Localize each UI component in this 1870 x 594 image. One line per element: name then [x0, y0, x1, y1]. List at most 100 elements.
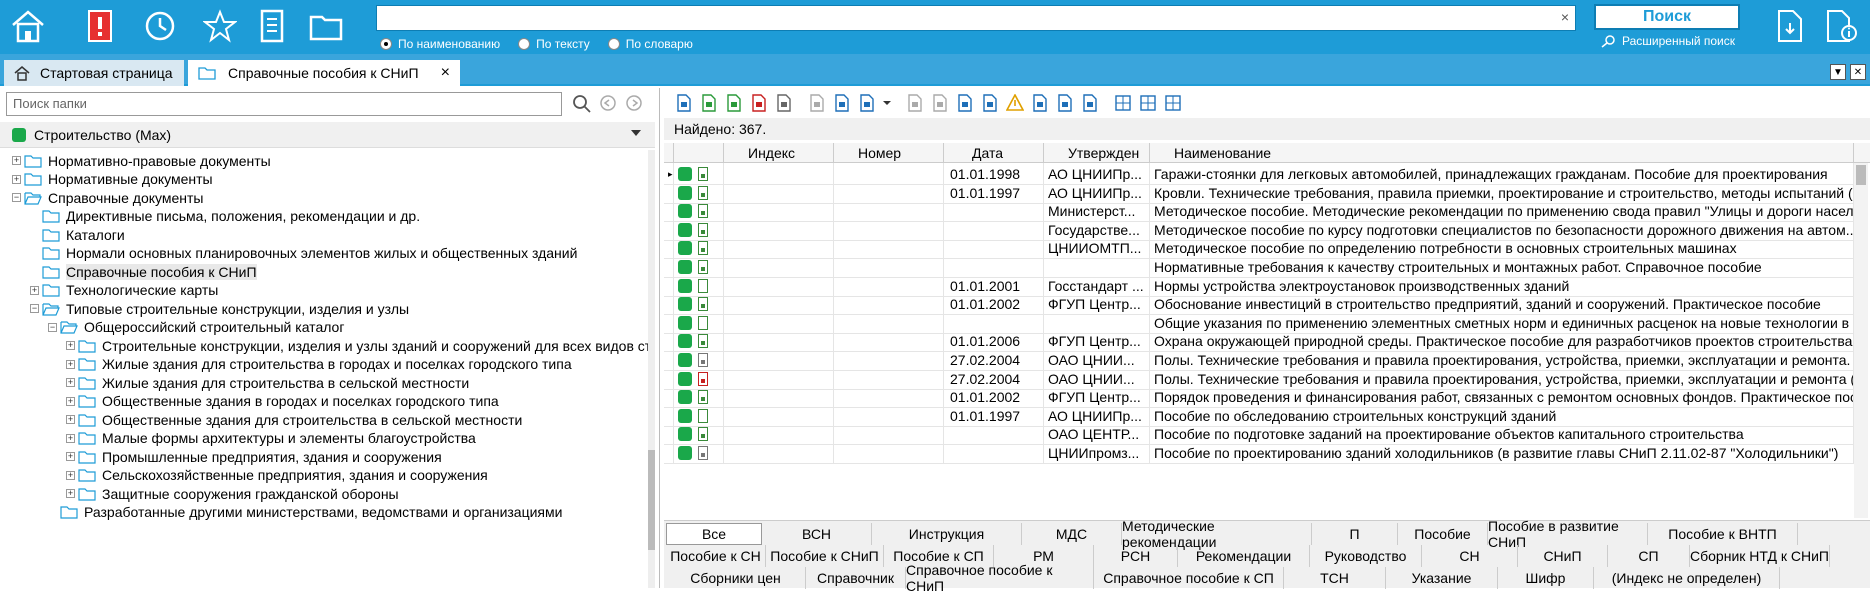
filter-tab[interactable]: ВСН — [762, 523, 872, 545]
filter-tab[interactable]: СП — [1608, 545, 1690, 567]
filter-tab[interactable]: Все — [666, 523, 762, 545]
tree-item-label: Разработанные другими министерствами, ве… — [84, 504, 563, 520]
filter-tab[interactable]: Методические рекомендации — [1122, 518, 1312, 550]
list-view-icon[interactable] — [1030, 93, 1050, 113]
expander-icon[interactable]: + — [66, 433, 75, 443]
filter-tab[interactable]: Справочное пособие к СП — [1094, 567, 1284, 589]
folder-icon — [42, 265, 60, 279]
tree-scrollbar[interactable] — [648, 150, 655, 588]
filter-tab[interactable]: ТСН — [1284, 567, 1386, 589]
column-index[interactable]: Индекс — [724, 143, 834, 163]
expander-icon[interactable]: + — [66, 359, 75, 369]
filter-tab[interactable]: П — [1312, 523, 1398, 545]
filter-tab[interactable]: Справочник — [806, 567, 906, 589]
column-number[interactable]: Номер — [834, 143, 944, 163]
scrollbar-thumb[interactable] — [1856, 165, 1866, 185]
home-icon[interactable] — [8, 6, 48, 46]
doc-green-2-icon[interactable] — [724, 93, 744, 113]
filter-tab[interactable]: РСН — [1094, 545, 1178, 567]
tab-list-dropdown-icon[interactable]: ▼ — [1830, 64, 1846, 80]
expander-icon[interactable]: + — [30, 285, 39, 295]
expander-icon[interactable]: + — [12, 174, 21, 184]
filter-tab[interactable]: Шифр — [1498, 567, 1594, 589]
grid-view-3-icon[interactable] — [1163, 93, 1183, 113]
expander-icon[interactable]: + — [66, 470, 75, 480]
expander-icon[interactable]: − — [12, 193, 21, 202]
search-next-icon[interactable] — [624, 94, 644, 114]
document-download-icon[interactable] — [1770, 6, 1810, 46]
checklist-icon[interactable] — [930, 93, 950, 113]
filter-tab[interactable]: Инструкция — [872, 523, 1022, 545]
tab-start-page[interactable]: Стартовая страница — [4, 60, 184, 86]
folder-icon[interactable] — [306, 6, 346, 46]
advanced-search-link[interactable]: Расширенный поиск — [1600, 34, 1735, 48]
page-view-icon[interactable] — [1080, 93, 1100, 113]
warning-icon[interactable] — [1005, 93, 1025, 113]
search-icon[interactable] — [572, 94, 592, 114]
doc-green-icon[interactable] — [699, 93, 719, 113]
filter-tab[interactable]: Сборники цен — [666, 567, 806, 589]
document-info-icon[interactable] — [1822, 6, 1862, 46]
filter-tab[interactable]: Руководство — [1310, 545, 1422, 567]
expander-icon[interactable]: + — [66, 489, 75, 498]
table-row[interactable]: ЦНИИпромз... Пособие по проектированию зд… — [664, 442, 1854, 464]
dropdown-arrow-icon[interactable] — [882, 93, 892, 113]
star-icon[interactable] — [200, 6, 240, 46]
find-button[interactable]: Поиск — [1594, 4, 1740, 30]
radio-by-name[interactable]: По наименованию — [380, 36, 500, 52]
clear-icon[interactable]: × — [1561, 9, 1569, 25]
table-view-icon[interactable] — [1055, 93, 1075, 113]
doc-open-icon[interactable] — [674, 93, 694, 113]
expander-icon[interactable]: − — [48, 322, 57, 332]
filter-tab[interactable]: Указание — [1386, 567, 1498, 589]
doc-gray-icon[interactable] — [774, 93, 794, 113]
search-prev-icon[interactable] — [598, 94, 618, 114]
root-folder-select[interactable]: Строительство (Max) — [0, 122, 655, 148]
expander-icon[interactable]: + — [66, 341, 75, 350]
grid-view-icon[interactable] — [1113, 93, 1133, 113]
expander-icon[interactable]: + — [66, 378, 75, 387]
column-approved[interactable]: Утвержден — [1044, 143, 1150, 163]
history-icon[interactable] — [140, 6, 180, 46]
filter-tab[interactable]: СНиП — [1518, 545, 1608, 567]
column-name[interactable]: Наименование — [1150, 143, 1854, 163]
search-input[interactable]: × — [376, 5, 1576, 31]
doc-copy-icon[interactable] — [807, 93, 827, 113]
filter-tab[interactable]: Справочное пособие к СНиП — [906, 562, 1094, 594]
grid-view-2-icon[interactable] — [1138, 93, 1158, 113]
filter-tab[interactable]: Пособие к СНиП — [766, 545, 884, 567]
filter-tab[interactable]: Пособие в развитие СНиП — [1488, 518, 1648, 550]
expander-icon[interactable]: + — [66, 415, 75, 424]
filter-tab[interactable]: Пособие к СН — [666, 545, 766, 567]
notebook-icon[interactable] — [252, 6, 292, 46]
document-alert-icon[interactable] — [80, 6, 120, 46]
filter-tab[interactable]: Пособие к ВНТП — [1648, 523, 1798, 545]
radio-by-dictionary[interactable]: По словарю — [607, 36, 693, 52]
close-icon[interactable]: × — [441, 64, 450, 82]
folder-search-input[interactable]: Поиск папки — [6, 92, 562, 116]
filter-tab[interactable]: МДС — [1022, 523, 1122, 545]
grid-scrollbar[interactable] — [1854, 163, 1868, 518]
radio-by-text[interactable]: По тексту — [518, 36, 590, 52]
expander-icon[interactable]: + — [66, 452, 75, 461]
doc-compare-icon[interactable] — [832, 93, 852, 113]
close-all-tabs-icon[interactable]: ✕ — [1850, 64, 1866, 80]
tree-structure-icon[interactable] — [980, 93, 1000, 113]
comment-icon[interactable] — [955, 93, 975, 113]
tab-reference-manuals[interactable]: Справочные пособия к СНиП × — [188, 60, 460, 86]
tree-item-label: Малые формы архитектуры и элементы благо… — [102, 430, 476, 446]
column-date[interactable]: Дата — [944, 143, 1044, 163]
filter-tab[interactable]: (Индекс не определен) — [1594, 567, 1780, 589]
doc-edit-icon[interactable] — [905, 93, 925, 113]
filter-tab[interactable]: Сборник НТД к СНиП — [1690, 545, 1830, 567]
expander-icon[interactable]: − — [30, 304, 39, 313]
expander-icon[interactable]: + — [12, 156, 21, 165]
filter-tab[interactable]: Рекомендации — [1178, 545, 1310, 567]
scrollbar-thumb[interactable] — [648, 450, 655, 550]
filter-tab[interactable]: Пособие — [1398, 523, 1488, 545]
expander-icon[interactable]: + — [66, 396, 75, 406]
tree-item[interactable]: Разработанные другими министерствами, ве… — [48, 502, 562, 523]
filter-tab[interactable]: СН — [1422, 545, 1518, 567]
doc-export-icon[interactable] — [857, 93, 877, 113]
doc-red-icon[interactable] — [749, 93, 769, 113]
